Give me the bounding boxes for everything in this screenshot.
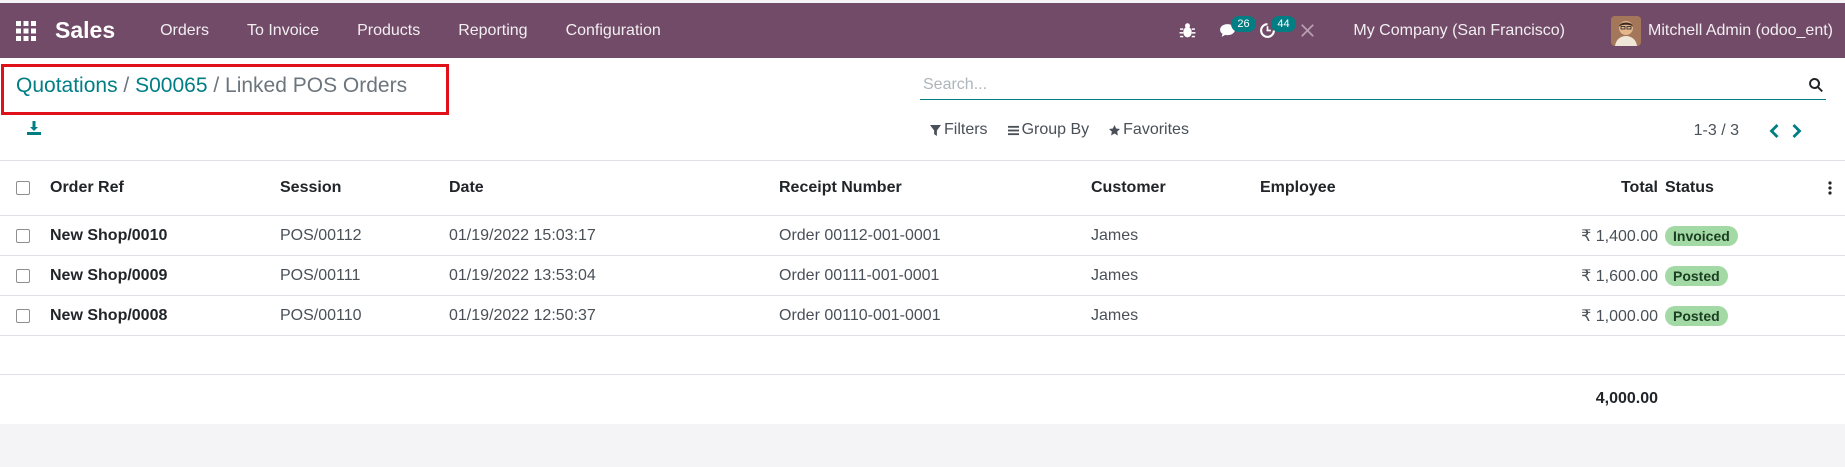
search-input[interactable] [920,71,1806,98]
table-row[interactable]: New Shop/0010 POS/00112 01/19/2022 15:03… [0,216,1845,256]
row-checkbox[interactable] [16,228,30,243]
search-button[interactable] [1806,75,1826,95]
debug-button[interactable] [1167,3,1207,58]
filters-label: Filters [944,121,988,138]
cell-date: 01/19/2022 15:03:17 [449,226,596,244]
search-bar [920,70,1826,100]
cell-customer: James [1091,226,1139,244]
top-navbar: Sales Orders To Invoice Products Reporti… [0,3,1845,58]
column-header-date[interactable]: Date [449,161,484,215]
cell-receipt-number: Order 00110-001-0001 [779,306,941,324]
cell-date: 01/19/2022 13:53:04 [449,266,596,284]
cell-order-ref: New Shop/0009 [50,266,168,284]
grand-total: 4,000.00 [1595,390,1658,407]
menu-item-products[interactable]: Products [338,3,439,58]
tools-icon [1301,24,1314,37]
kebab-icon [1828,181,1832,195]
cell-total: ₹ 1,600.00 [1581,267,1658,285]
star-icon [1109,124,1121,135]
group-by-label: Group By [1021,121,1090,138]
table-row[interactable]: New Shop/0009 POS/00111 01/19/2022 13:53… [0,256,1845,296]
empty-row [0,336,1845,375]
optional-columns-button[interactable] [1828,161,1832,215]
search-icon [1809,77,1823,92]
column-header-customer[interactable]: Customer [1091,161,1166,215]
control-panel: Quotations / S00065 / Linked POS Orders … [0,58,1845,161]
cell-order-ref: New Shop/0008 [50,306,168,324]
user-name: Mitchell Admin (odoo_ent) [1648,21,1833,39]
chevron-right-icon [1792,124,1801,138]
chevron-left-icon [1769,124,1778,138]
favorites-label: Favorites [1123,121,1189,138]
company-switcher[interactable]: My Company (San Francisco) [1353,22,1565,40]
row-checkbox[interactable] [16,268,30,283]
download-icon [27,121,41,135]
cell-session: POS/00112 [280,226,362,244]
status-badge: Invoiced [1665,225,1738,246]
user-menu[interactable]: Mitchell Admin (odoo_ent) [1611,15,1833,46]
apps-grid-icon [16,20,36,41]
cell-total: ₹ 1,400.00 [1581,227,1658,245]
status-badge: Posted [1665,265,1728,286]
pager-next-button[interactable] [1785,121,1809,141]
menu-item-configuration[interactable]: Configuration [547,3,680,58]
filter-icon [930,124,941,136]
activities-button[interactable]: 44 [1247,3,1296,58]
column-header-order-ref[interactable]: Order Ref [50,161,124,215]
cell-receipt-number: Order 00112-001-0001 [779,226,941,244]
cell-receipt-number: Order 00111-001-0001 [779,266,940,284]
status-badge: Posted [1665,305,1728,326]
bug-icon [1179,23,1196,38]
column-header-employee[interactable]: Employee [1260,161,1336,215]
pager-value[interactable]: 1-3 / 3 [1694,122,1739,140]
cell-session: POS/00110 [280,306,362,324]
group-by-button[interactable]: Group By [1007,121,1090,139]
app-name[interactable]: Sales [55,17,115,44]
cell-order-ref: New Shop/0010 [50,226,168,244]
search-options: Filters Group By Favorites [930,121,1209,139]
column-header-receipt-number[interactable]: Receipt Number [779,161,902,215]
menu-item-orders[interactable]: Orders [141,3,228,58]
main-menu: Orders To Invoice Products Reporting Con… [141,3,680,58]
group-by-icon [1007,125,1019,135]
menu-item-to-invoice[interactable]: To Invoice [228,3,338,58]
user-avatar-image [1611,15,1642,46]
cell-date: 01/19/2022 12:50:37 [449,306,596,324]
column-header-total[interactable]: Total [1500,161,1658,215]
systray: 26 44 My Company (San Francisco) Mitchel… [1167,3,1845,58]
table-header: Order Ref Session Date Receipt Number Cu… [0,161,1845,216]
table-row[interactable]: New Shop/0008 POS/00110 01/19/2022 12:50… [0,296,1845,336]
column-header-status[interactable]: Status [1665,161,1714,215]
pager: 1-3 / 3 [1694,121,1809,141]
column-header-session[interactable]: Session [280,161,341,215]
favorites-button[interactable]: Favorites [1109,121,1189,139]
list-view: Order Ref Session Date Receipt Number Cu… [0,161,1845,424]
cell-total: ₹ 1,000.00 [1581,307,1658,325]
cell-customer: James [1091,306,1139,324]
avatar [1611,15,1642,46]
filters-button[interactable]: Filters [930,121,988,139]
messages-button[interactable]: 26 [1207,3,1256,58]
row-checkbox[interactable] [16,308,30,323]
cell-customer: James [1091,266,1139,284]
pager-previous-button[interactable] [1761,121,1785,141]
menu-item-reporting[interactable]: Reporting [439,3,546,58]
highlight-box [1,64,449,115]
cell-session: POS/00111 [280,266,361,284]
export-button[interactable] [26,120,46,140]
apps-menu-button[interactable] [0,3,52,58]
tools-button[interactable] [1287,3,1327,58]
select-all-checkbox[interactable] [16,181,30,195]
